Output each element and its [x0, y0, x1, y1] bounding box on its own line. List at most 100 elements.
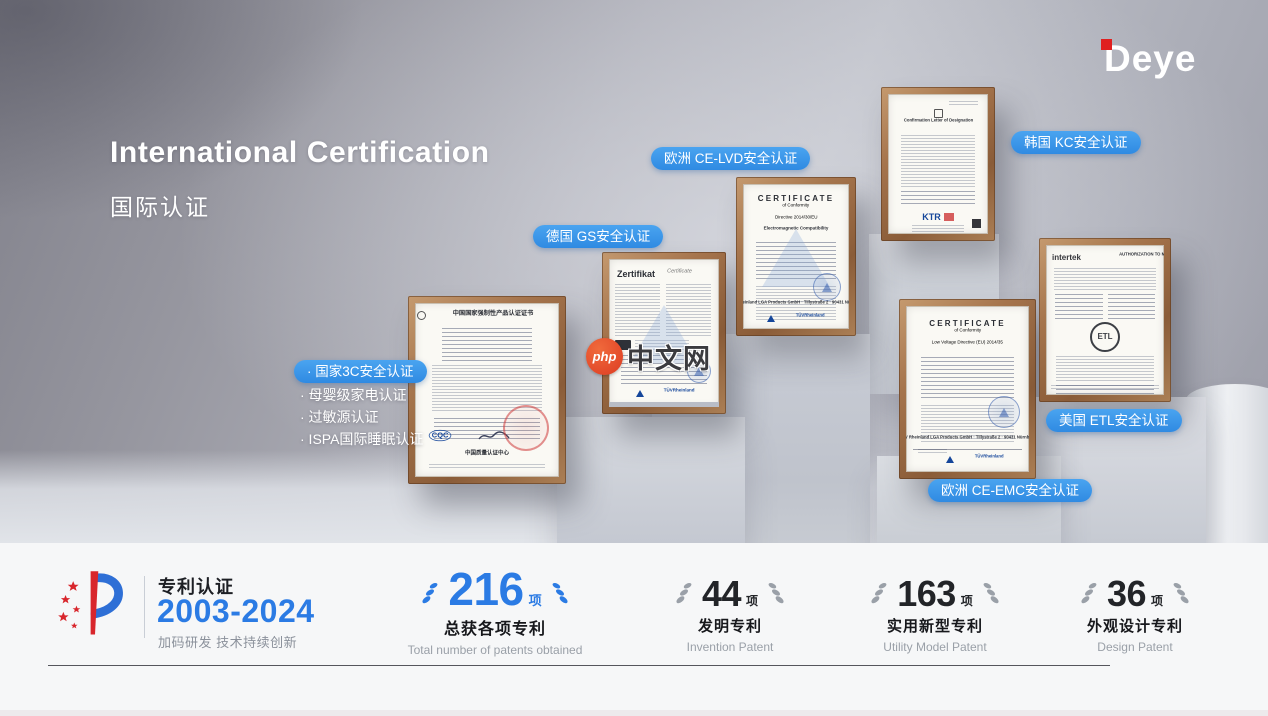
certificate-paper: Confirmation Letter of Designation KTR [888, 94, 988, 234]
feature-item: · 母婴级家电认证 [300, 385, 407, 405]
cert-org: 中国质量认证中心 [465, 450, 509, 456]
tuv-logo: TÜVRheinland [767, 313, 844, 325]
cert-sub2: Low Voltage Directive (EU) 2014/35 [932, 340, 1003, 345]
certificate-ce-emc: CERTIFICATE of Conformity Low Voltage Di… [899, 299, 1036, 479]
certificate-paper: CERTIFICATE of Conformity Low Voltage Di… [906, 306, 1029, 472]
patent-years: 2003-2024 [157, 593, 315, 630]
feature-item: · 过敏源认证 [300, 407, 379, 427]
laurel-left-icon [421, 579, 439, 606]
patent-logo-icon [56, 568, 134, 640]
cert-text-lines [1054, 268, 1156, 290]
brand-logo: Deye [1104, 38, 1196, 80]
brand-dot-icon [1101, 39, 1112, 50]
badge-etl: 美国 ETL安全认证 [1046, 409, 1182, 432]
laurel-right-icon [551, 579, 569, 606]
certificate-ce-lvd: CERTIFICATE of Conformity Directive 2014… [736, 177, 856, 336]
certificate-intertek-etl: intertek AUTHORIZATION TO MARK ETL [1039, 238, 1171, 402]
cert-title: Zertifikat [617, 269, 655, 279]
tuv-triangle-icon [767, 315, 775, 322]
cert-text-lines [1056, 356, 1154, 382]
cert-text-lines [442, 328, 532, 362]
cqc-logo: CQC [429, 430, 452, 441]
php-cn-watermark: php 中文网 [586, 337, 711, 376]
tuv-logo: TÜVRheinland [946, 454, 1023, 466]
red-seal-icon [503, 405, 549, 451]
laurel-left-icon [1080, 579, 1098, 606]
stat-label-en: Design Patent [1040, 640, 1230, 654]
tuv-triangle-icon [946, 456, 954, 463]
vertical-divider [144, 576, 145, 638]
cert-text-lines [912, 225, 965, 233]
certificate-paper: 中国国家强制性产品认证证书 CQC 中国质量认证中心 [415, 303, 559, 477]
cert-title: CERTIFICATE [912, 319, 1023, 328]
tuv-triangle-icon [636, 390, 644, 397]
cert-footer: TÜV Rheinland LGA Products GmbH · Tillys… [906, 435, 1029, 440]
badge-kc: 韩国 KC安全认证 [1011, 131, 1141, 154]
certificate-paper: CERTIFICATE of Conformity Directive 2014… [743, 184, 849, 329]
blue-seal-icon [813, 273, 841, 301]
patent-tagline: 加码研发 技术持续创新 [158, 632, 297, 651]
stat-label: 发明专利 [635, 615, 825, 636]
stat-label-en: Total number of patents obtained [385, 643, 605, 657]
ktr-logo: KTR [922, 212, 941, 222]
stat-utility-model-patent: 163 项 实用新型专利 Utility Model Patent [840, 560, 1030, 654]
certificate-paper: intertek AUTHORIZATION TO MARK ETL [1046, 245, 1164, 395]
tuv-logo: TÜVRheinland [636, 388, 713, 400]
cert-footer: TÜV Rheinland LGA Products GmbH · Tillys… [743, 300, 849, 305]
cert-title-en: Certificate [667, 268, 692, 274]
stat-value: 163 [897, 578, 956, 610]
laurel-right-icon [767, 579, 785, 606]
stat-total-patents: 216 项 总获各项专利 Total number of patents obt… [385, 560, 605, 657]
cert-sub2: Directive 2014/30/EU [775, 215, 818, 220]
laurel-left-icon [675, 579, 693, 606]
badge-gs: 德国 GS安全认证 [533, 225, 663, 248]
stat-value: 36 [1107, 578, 1146, 610]
intertek-logo: intertek [1052, 253, 1081, 262]
cert-title: CERTIFICATE [749, 194, 843, 203]
watermark-text: 中文网 [627, 337, 711, 376]
hero-section: 中国国家强制性产品认证证书 CQC 中国质量认证中心 Zertifikat Ce… [0, 0, 1268, 543]
laurel-right-icon [1172, 579, 1190, 606]
stat-label-en: Invention Patent [635, 640, 825, 654]
certificate-korea-kc: Confirmation Letter of Designation KTR [881, 87, 995, 241]
cert-text-lines [901, 191, 975, 207]
laurel-left-icon [870, 579, 888, 606]
cert-text-lines [901, 135, 975, 187]
stat-unit: 项 [1151, 592, 1163, 609]
certificate-china-3c: 中国国家强制性产品认证证书 CQC 中国质量认证中心 [408, 296, 566, 484]
ktr-stamp-icon [944, 213, 954, 221]
stat-unit: 项 [529, 590, 542, 609]
cert-footer-band [609, 402, 719, 407]
qr-code-icon [972, 219, 981, 228]
cert-title: Confirmation Letter of Designation [903, 118, 972, 123]
page-title: International Certification [110, 136, 490, 170]
stat-value: 44 [702, 578, 741, 610]
ccc-logo-icon [417, 311, 426, 320]
cert-sub1: of Conformity [954, 328, 981, 333]
stat-value: 216 [448, 569, 523, 610]
cert-heading: AUTHORIZATION TO MARK [1119, 252, 1164, 257]
stat-label: 实用新型专利 [840, 615, 1030, 636]
certificate-germany-gs: Zertifikat Certificate TÜVRheinland [602, 252, 726, 414]
cert-footer-rule [913, 449, 1021, 450]
page-subtitle: 国际认证 [110, 188, 210, 222]
kc-mark-icon [934, 109, 943, 118]
stat-invention-patent: 44 项 发明专利 Invention Patent [635, 560, 825, 654]
cert-text-lines [429, 464, 544, 470]
cert-text-lines [921, 357, 1014, 401]
cert-text-lines [1108, 294, 1156, 320]
cert-text-lines [1055, 294, 1103, 320]
page: 中国国家强制性产品认证证书 CQC 中国质量认证中心 Zertifikat Ce… [0, 0, 1268, 716]
php-logo-icon: php [586, 338, 623, 375]
etl-mark-icon: ETL [1090, 322, 1120, 352]
cert-text-lines [949, 101, 979, 105]
badge-ce-lvd: 欧洲 CE-LVD安全认证 [651, 147, 810, 170]
stat-design-patent: 36 项 外观设计专利 Design Patent [1040, 560, 1230, 654]
badge-ce-emc: 欧洲 CE-EMC安全认证 [928, 479, 1092, 502]
stat-label-en: Utility Model Patent [840, 640, 1030, 654]
stat-unit: 项 [746, 592, 758, 609]
cert-sub1: of Conformity [783, 203, 810, 208]
stat-label: 总获各项专利 [385, 615, 605, 639]
cert-text-lines [1051, 385, 1160, 390]
laurel-right-icon [982, 579, 1000, 606]
